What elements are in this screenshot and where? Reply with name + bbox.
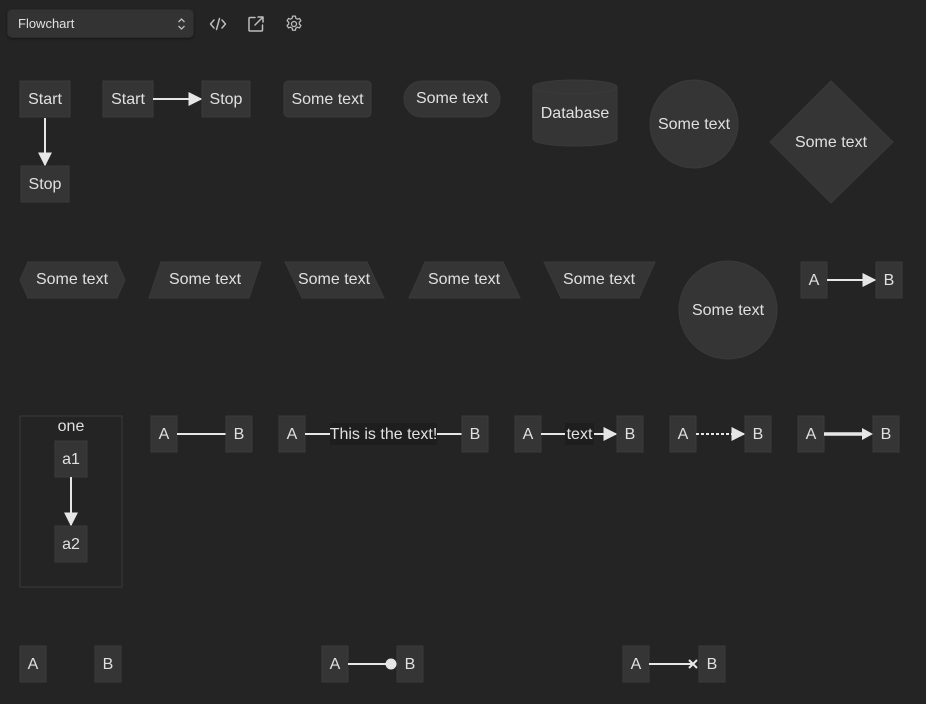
subgraph-title: one <box>58 418 85 435</box>
edge-label: This is the text! <box>330 426 438 443</box>
node-b-label: B <box>470 426 481 443</box>
node-b-label: B <box>625 426 636 443</box>
parallelogram-label: Some text <box>169 271 242 288</box>
trapezoid-node[interactable]: Some text <box>408 261 521 299</box>
node-a-label: A <box>287 426 298 443</box>
flow-text-link: A This is the text! B <box>278 415 489 453</box>
stadium-label: Some text <box>416 90 489 107</box>
flow-dotted: A B <box>669 415 772 453</box>
node-a1-label: a1 <box>62 451 80 468</box>
node-b-label: B <box>103 656 114 673</box>
database-label: Database <box>541 105 610 122</box>
diagram-canvas: Start Stop Start Stop Some text Some tex… <box>19 79 903 683</box>
rhombus-node[interactable]: Some text <box>769 80 894 204</box>
double-circle-node[interactable]: Some text <box>678 260 778 360</box>
round-rect-node[interactable]: Some text <box>283 80 372 118</box>
flow-vertical: Start Stop <box>19 80 71 203</box>
node-b-label: B <box>234 426 245 443</box>
node-a-label: A <box>523 426 534 443</box>
double-circle-label: Some text <box>692 302 765 319</box>
flow-circle-edge: A B <box>321 645 424 683</box>
hexagon-node[interactable]: Some text <box>19 261 126 299</box>
node-a-label: A <box>28 656 39 673</box>
circle-label: Some text <box>658 116 731 133</box>
node-a-label: A <box>330 656 341 673</box>
flow-text-arrow: A text B <box>514 415 644 453</box>
flow-a-to-b: A B <box>800 261 903 299</box>
database-node[interactable]: Database <box>532 79 618 147</box>
flow-thick: A B <box>797 415 900 453</box>
round-rect-label: Some text <box>291 91 364 108</box>
node-stop-label: Stop <box>210 91 243 108</box>
flow-open-link: A B <box>150 415 253 453</box>
node-start-label: Start <box>111 91 145 108</box>
circle-node[interactable]: Some text <box>649 79 739 169</box>
flow-invisible: A B <box>19 645 122 683</box>
trapezoid-alt-label: Some text <box>563 271 636 288</box>
node-b-label: B <box>753 426 764 443</box>
subgraph-one: one a1 a2 <box>19 415 123 588</box>
parallelogram-node[interactable]: Some text <box>148 261 262 299</box>
hexagon-label: Some text <box>36 271 109 288</box>
node-a2-label: a2 <box>62 536 80 553</box>
trapezoid-alt-node[interactable]: Some text <box>543 261 656 299</box>
node-a-label: A <box>806 426 817 443</box>
stadium-node[interactable]: Some text <box>403 80 501 118</box>
arrowhead <box>862 428 873 440</box>
circle-end-marker <box>385 658 397 670</box>
trapezoid-label: Some text <box>428 271 501 288</box>
node-b-label: B <box>884 272 895 289</box>
node-a-label: A <box>631 656 642 673</box>
node-b-label: B <box>881 426 892 443</box>
rhombus-label: Some text <box>795 134 868 151</box>
node-stop-label: Stop <box>29 176 62 193</box>
node-a-label: A <box>809 272 820 289</box>
node-a-label: A <box>678 426 689 443</box>
flow-cross-edge: A B <box>622 645 726 683</box>
node-start-label: Start <box>28 91 62 108</box>
edge-label: text <box>567 426 593 443</box>
node-b-label: B <box>405 656 416 673</box>
node-b-label: B <box>707 656 718 673</box>
parallelogram-alt-label: Some text <box>298 271 371 288</box>
parallelogram-alt-node[interactable]: Some text <box>284 261 385 299</box>
flow-horizontal: Start Stop <box>102 80 251 118</box>
node-a-label: A <box>159 426 170 443</box>
